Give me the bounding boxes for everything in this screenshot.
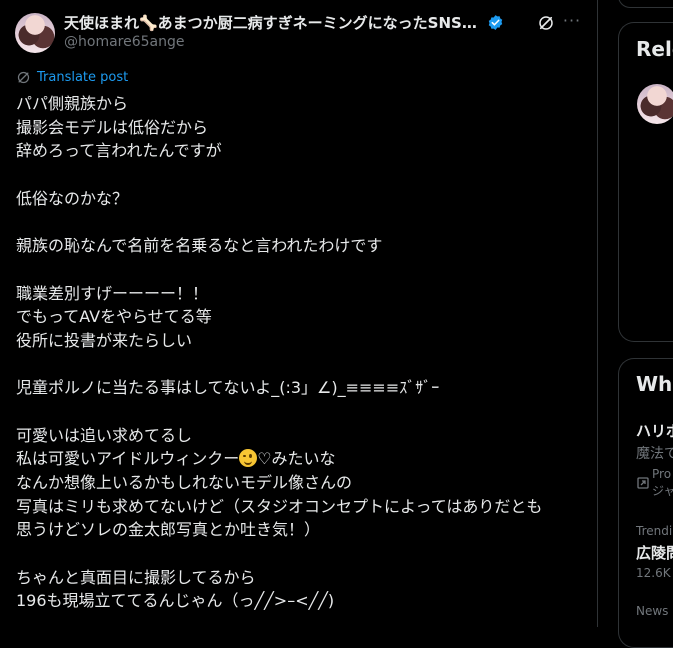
- grok-icon[interactable]: [537, 14, 555, 32]
- post-line-suffix: ♡みたいな: [257, 449, 336, 469]
- post-line-text: 私は可愛いアイドルウィンクー: [16, 449, 240, 469]
- post-line: ちゃんと真面目に撮影してるから: [16, 567, 256, 587]
- author-display-name[interactable]: 天使ほまれ🦴あまつか厨二病すぎネーミングになったSNS総フ…: [64, 12, 481, 33]
- post-line: [16, 258, 586, 282]
- winking-face-icon: [239, 449, 258, 468]
- verified-badge-icon: [488, 15, 503, 30]
- post-line: [16, 542, 586, 566]
- post-line: [16, 210, 586, 234]
- sidebar-top-card: [618, 0, 673, 8]
- relevant-people-card: [618, 22, 673, 342]
- post-line: 思うけどソレの金太郎写真とか吐き気！）: [16, 520, 321, 540]
- post-line: [16, 163, 586, 187]
- promoted-icon: [637, 477, 649, 489]
- author-handle[interactable]: @homare65ange: [64, 34, 184, 50]
- post-text: パパ側親族から 撮影会モデルは低俗だから 辞めろって言われたんですが 低俗なのか…: [16, 92, 586, 613]
- post-column: 天使ほまれ🦴あまつか厨二病すぎネーミングになったSNS総フ… @homare65…: [0, 0, 598, 627]
- trend-item[interactable]: ハリポ: [636, 420, 673, 441]
- author-name-row: 天使ほまれ🦴あまつか厨二病すぎネーミングになったSNS総フ…: [64, 12, 504, 33]
- author-avatar[interactable]: [15, 13, 55, 53]
- post-line: 196も現場立ててるんじゃん（っ╱╱>–<╱╱): [16, 591, 335, 611]
- trend-category: Trendi: [636, 524, 673, 538]
- promoted-sublabel: ジャ: [652, 484, 673, 498]
- relevant-people-title: Rele: [636, 37, 673, 61]
- post-line: でもってAVをやらせてる等: [16, 307, 212, 327]
- promoted-label: Pro: [652, 467, 672, 481]
- trend-category: News: [636, 604, 669, 618]
- translate-icon: [17, 71, 30, 84]
- translate-post-link[interactable]: Translate post: [16, 70, 128, 85]
- post-line: 写真はミリも求めてないけど（スタジオコンセプトによってはありだとも: [16, 496, 543, 516]
- whats-happening-title: Wha: [636, 372, 673, 396]
- post-line: [16, 400, 586, 424]
- post-line: 職業差別すげーーーー！！: [16, 283, 209, 303]
- translate-post-label: Translate post: [37, 70, 129, 85]
- post-line: 辞めろって言われたんですが: [16, 141, 222, 161]
- trend-title[interactable]: 広陵問: [636, 542, 673, 563]
- post-line: 役所に投書が来たらしい: [16, 330, 193, 350]
- post-line-with-emoji: 私は可愛いアイドルウィンクー ♡みたいな: [16, 447, 586, 471]
- trend-subtitle: 魔法で: [636, 446, 673, 462]
- post-line: 低俗なのかな？: [16, 188, 129, 208]
- more-options-icon[interactable]: ···: [562, 12, 582, 32]
- trend-title: ハリポ: [636, 422, 673, 440]
- trend-post-count: 12.6K: [636, 566, 671, 580]
- post-line: なんか想像上いるかもしれないモデル像さんの: [16, 473, 353, 492]
- post-line: 可愛いは追い求めてるし: [16, 425, 193, 445]
- post-line: 撮影会モデルは低俗だから: [16, 117, 209, 137]
- relevant-person-avatar[interactable]: [637, 84, 673, 124]
- post-line: 親族の恥なんで名前を名乗るなと言われたわけです: [16, 236, 383, 256]
- post-line: パパ側親族から: [16, 94, 129, 113]
- post-line: 児童ポルノに当たる事はしてないよ_(:3」∠)_≡≡≡≡ｽﾞｻﾞｰ: [16, 378, 440, 398]
- post-line: [16, 353, 586, 377]
